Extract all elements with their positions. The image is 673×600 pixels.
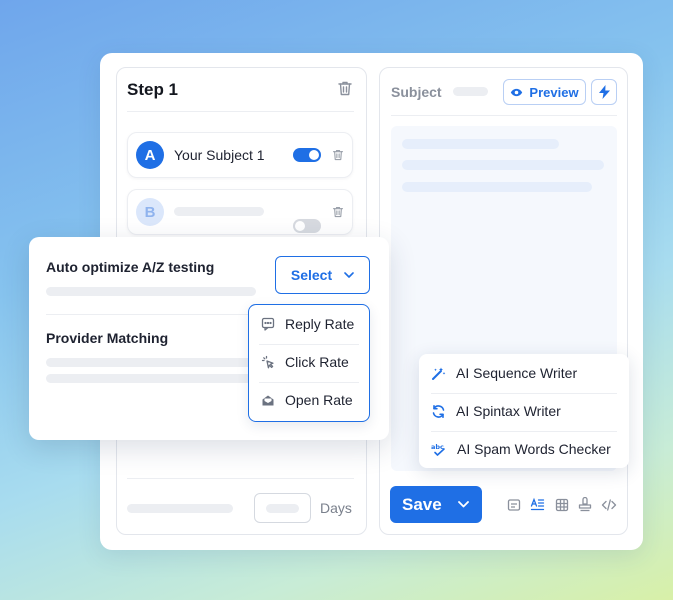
template-icon[interactable] <box>507 498 521 512</box>
code-icon[interactable] <box>601 498 617 512</box>
option-reply-rate[interactable]: Reply Rate <box>261 316 354 332</box>
stamp-icon[interactable] <box>578 497 592 512</box>
provider-description-placeholder <box>46 358 256 367</box>
chevron-down-icon <box>344 272 354 278</box>
option-open-rate[interactable]: Open Rate <box>261 392 353 408</box>
variant-badge-a: A <box>136 141 164 169</box>
variant-label-a: Your Subject 1 <box>174 147 265 163</box>
subject-label: Subject <box>391 84 442 100</box>
ai-menu-item-label: AI Sequence Writer <box>456 365 578 381</box>
provider-description-placeholder <box>46 374 256 383</box>
step-title: Step 1 <box>127 80 179 99</box>
days-unit-label: Days <box>320 500 352 516</box>
option-divider <box>259 382 359 383</box>
select-dropdown[interactable]: Select <box>275 256 370 294</box>
toggle-knob <box>295 221 305 231</box>
subject-placeholder <box>453 87 488 96</box>
ai-menu-divider <box>431 393 617 394</box>
trash-icon[interactable] <box>332 148 344 162</box>
variant-toggle-b[interactable] <box>293 219 321 233</box>
toggle-knob <box>309 150 319 160</box>
save-button-label: Save <box>402 494 442 514</box>
save-button[interactable]: Save <box>390 486 482 523</box>
preview-button-label: Preview <box>529 84 579 100</box>
step-footer-divider <box>127 478 354 479</box>
lightning-button[interactable] <box>591 79 617 105</box>
optimize-divider <box>46 314 248 315</box>
ai-menu-item-label: AI Spam Words Checker <box>457 441 611 457</box>
spell-check-icon: abc <box>431 443 445 456</box>
editor-line-placeholder <box>402 160 604 170</box>
editor-line-placeholder <box>402 139 559 149</box>
lightning-icon <box>598 85 610 99</box>
variant-toggle-a[interactable] <box>293 148 321 162</box>
option-label: Open Rate <box>285 392 353 408</box>
days-input[interactable] <box>254 493 311 523</box>
open-rate-icon <box>262 395 274 406</box>
ai-menu-item-sequence-writer[interactable]: AI Sequence Writer <box>431 365 577 381</box>
trash-icon[interactable] <box>332 205 344 219</box>
option-label: Reply Rate <box>285 316 355 332</box>
editor-line-placeholder <box>402 182 592 192</box>
eye-icon <box>511 88 523 96</box>
optimize-title: Auto optimize A/Z testing <box>46 259 215 275</box>
select-dropdown-label: Select <box>290 267 333 283</box>
trash-icon[interactable] <box>337 80 353 97</box>
option-label: Click Rate <box>285 354 349 370</box>
days-input-placeholder <box>266 504 299 513</box>
provider-matching-title: Provider Matching <box>46 330 169 346</box>
chevron-down-icon[interactable] <box>457 501 469 508</box>
ai-menu-item-label: AI Spintax Writer <box>456 403 561 419</box>
ai-menu-item-spintax-writer[interactable]: AI Spintax Writer <box>431 403 561 419</box>
click-rate-icon <box>261 355 274 369</box>
optimize-description-placeholder <box>46 287 256 296</box>
editor-header-divider <box>391 115 617 116</box>
variant-badge-b: B <box>136 198 164 226</box>
step-header-divider <box>127 111 354 112</box>
magic-wand-icon <box>432 367 446 380</box>
ai-menu-item-spam-words-checker[interactable]: abc AI Spam Words Checker <box>431 441 611 457</box>
option-click-rate[interactable]: Click Rate <box>261 354 349 370</box>
option-divider <box>259 344 359 345</box>
reply-rate-icon <box>261 317 275 331</box>
variant-label-placeholder-b <box>174 207 264 216</box>
text-format-icon[interactable] <box>530 497 545 512</box>
footer-label-placeholder <box>127 504 233 513</box>
refresh-icon <box>432 404 445 418</box>
table-icon[interactable] <box>555 498 569 512</box>
ai-menu-divider <box>431 431 617 432</box>
preview-button[interactable]: Preview <box>503 79 586 105</box>
